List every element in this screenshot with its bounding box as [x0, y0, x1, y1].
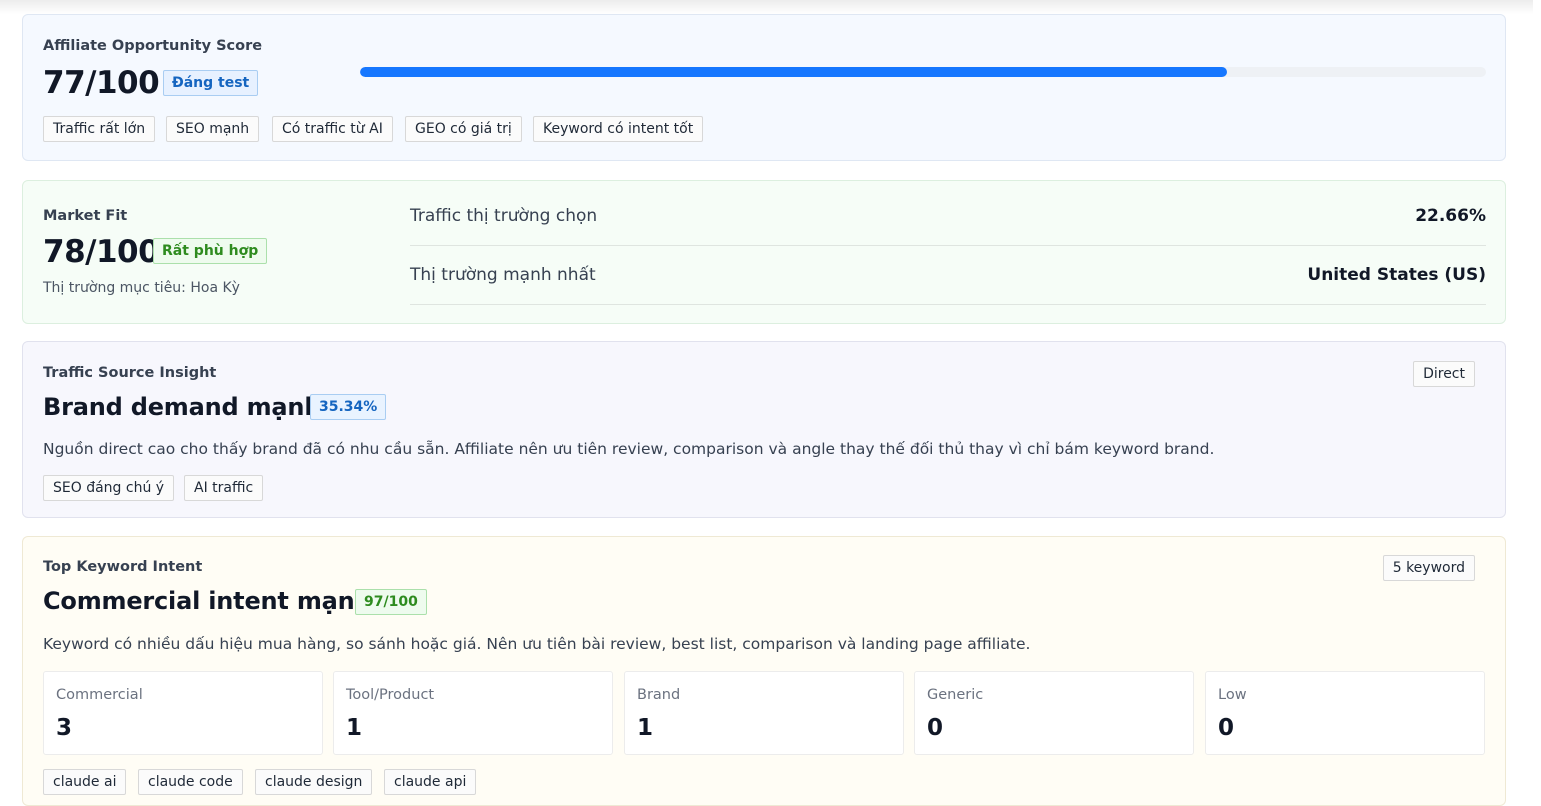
market-row-value: United States (US) [1307, 265, 1486, 285]
affiliate-progress-bar [360, 67, 1486, 77]
traffic-source-card: Traffic Source Insight Brand demand mạnh… [22, 341, 1506, 518]
stat-label: Brand [637, 687, 681, 703]
market-fit-card: Market Fit 78/100 Rất phù hợp Thị trường… [22, 180, 1506, 324]
affiliate-chip: Traffic rất lớn [43, 116, 156, 142]
affiliate-chip: SEO mạnh [166, 116, 260, 142]
affiliate-status-badge: Đáng test [163, 70, 259, 96]
stat-value: 3 [56, 715, 73, 741]
affiliate-progress-fill [360, 67, 1228, 77]
stat-label: Low [1218, 687, 1247, 703]
scrollbar-track[interactable] [1533, 0, 1541, 799]
keyword-intent-badge: 97/100 [355, 589, 427, 615]
market-row-value: 22.66% [1415, 206, 1486, 226]
stat-tool-product: Tool/Product 1 [333, 671, 613, 755]
keyword-intent-heading: Commercial intent mạnh [43, 587, 372, 615]
traffic-source-heading: Brand demand mạnh [43, 393, 322, 421]
stat-low: Low 0 [1205, 671, 1485, 755]
stat-label: Commercial [56, 687, 143, 703]
affiliate-score-label: Affiliate Opportunity Score [43, 38, 263, 54]
keyword-chip: claude api [384, 769, 477, 795]
affiliate-chip: Keyword có intent tốt [533, 116, 704, 142]
traffic-chip: AI traffic [184, 475, 264, 501]
market-fit-badge: Rất phù hợp [153, 238, 268, 264]
report-panels: Affiliate Opportunity Score 77/100 Đáng … [22, 14, 1506, 806]
keyword-intent-description: Keyword có nhiều dấu hiệu mua hàng, so s… [43, 635, 1031, 653]
market-row-key: Thị trường mạnh nhất [410, 265, 596, 285]
traffic-source-badge: 35.34% [310, 394, 387, 420]
affiliate-chip: GEO có giá trị [405, 116, 522, 142]
traffic-source-type-chip: Direct [1413, 361, 1475, 387]
target-market-text: Thị trường mục tiêu: Hoa Kỳ [43, 280, 240, 296]
stat-label: Tool/Product [346, 687, 435, 703]
market-fit-label: Market Fit [43, 208, 128, 224]
stat-value: 1 [637, 715, 654, 741]
traffic-chip: SEO đáng chú ý [43, 475, 175, 501]
stat-value: 0 [927, 715, 944, 741]
market-row-selected-traffic: Traffic thị trường chọn 22.66% [410, 187, 1486, 246]
market-fit-score: 78/100 [43, 234, 160, 270]
top-shadow [0, 0, 1541, 14]
market-row-strongest-market: Thị trường mạnh nhất United States (US) [410, 246, 1486, 305]
affiliate-score-card: Affiliate Opportunity Score 77/100 Đáng … [22, 14, 1506, 161]
affiliate-chip: Có traffic từ AI [272, 116, 393, 142]
stat-value: 0 [1218, 715, 1235, 741]
stat-commercial: Commercial 3 [43, 671, 323, 755]
market-row-key: Traffic thị trường chọn [410, 206, 598, 226]
stat-value: 1 [346, 715, 363, 741]
affiliate-score-value: 77/100 [43, 65, 160, 101]
traffic-source-label: Traffic Source Insight [43, 365, 217, 381]
keyword-intent-card: Top Keyword Intent Commercial intent mạn… [22, 536, 1506, 806]
traffic-source-description: Nguồn direct cao cho thấy brand đã có nh… [43, 440, 1215, 458]
stat-label: Generic [927, 687, 984, 703]
keyword-chip: claude code [138, 769, 243, 795]
stat-brand: Brand 1 [624, 671, 904, 755]
stat-generic: Generic 0 [914, 671, 1194, 755]
keyword-chip: claude ai [43, 769, 127, 795]
keyword-chip: claude design [255, 769, 373, 795]
keyword-count-chip: 5 keyword [1382, 555, 1475, 581]
keyword-intent-label: Top Keyword Intent [43, 559, 203, 575]
